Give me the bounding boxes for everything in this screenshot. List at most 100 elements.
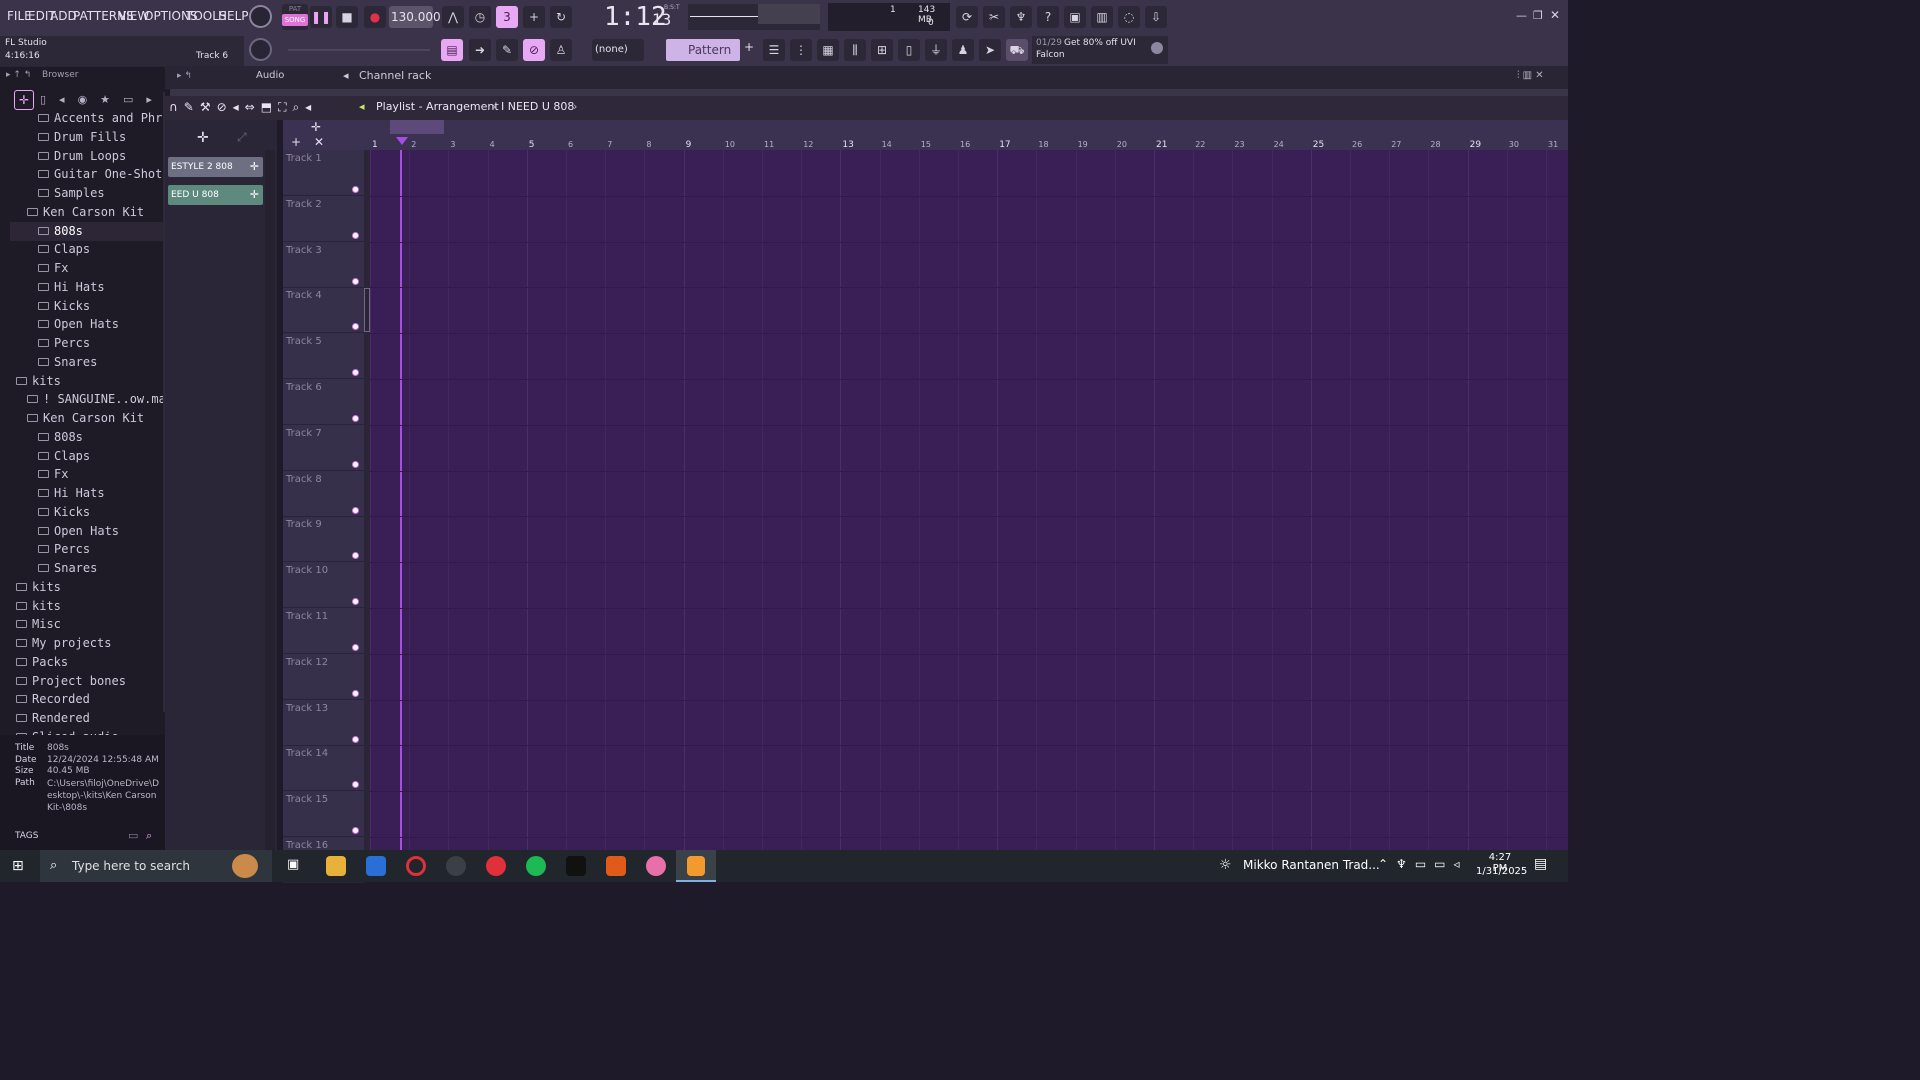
browser-item[interactable]: Kicks — [38, 299, 90, 313]
browser-item[interactable]: Misc — [16, 617, 61, 631]
browser-item[interactable]: Snares — [38, 561, 97, 575]
master-pitch-knob[interactable] — [249, 38, 272, 61]
breadcrumb-pattern[interactable]: I NEED U 808 — [501, 100, 574, 113]
track-row[interactable]: Track 6 — [283, 379, 364, 425]
menu-help[interactable]: HELP — [218, 9, 249, 23]
track-mute-dot[interactable] — [352, 369, 359, 377]
taskbar-search[interactable]: ⌕ Type here to search — [40, 850, 272, 882]
piano-roll-button[interactable]: ☰ — [763, 39, 785, 61]
chat-button[interactable]: ◌ — [1118, 6, 1140, 28]
track-mute-dot[interactable] — [352, 460, 359, 468]
browser-item[interactable]: Open Hats — [38, 317, 119, 331]
browser-item[interactable]: Percs — [38, 542, 90, 556]
snap-button[interactable]: ➜ — [469, 39, 491, 61]
opera-icon[interactable] — [406, 856, 426, 876]
store-button[interactable]: ⛟ — [1006, 39, 1028, 61]
loop-region[interactable] — [390, 120, 444, 134]
master-pitch-slider[interactable] — [288, 49, 430, 51]
store-icon[interactable] — [366, 856, 386, 876]
channel-view-icons[interactable]: ⫶ ▥ ✕ — [1517, 70, 1544, 81]
browser-item[interactable]: Open Hats — [38, 524, 119, 538]
picker-scrollbar[interactable] — [265, 150, 275, 850]
move-icon[interactable]: ✛ — [311, 120, 321, 134]
pat-song-switch[interactable]: PAT SONG — [282, 4, 308, 30]
step-edit-button[interactable]: 3 — [496, 6, 518, 28]
track-mute-dot[interactable] — [352, 827, 359, 835]
loop-record-button[interactable]: ↻ — [550, 6, 572, 28]
close-button[interactable]: ✕ — [1550, 8, 1560, 22]
news-icon[interactable]: ☼ — [1219, 857, 1232, 873]
browser-item[interactable]: Percs — [38, 336, 90, 350]
save-button[interactable]: ▣ — [1064, 6, 1086, 28]
blend-notes-button[interactable]: + — [523, 6, 545, 28]
track-mute-dot[interactable] — [352, 506, 359, 514]
browser-item[interactable]: My projects — [16, 636, 111, 650]
clock-date[interactable]: 1/31/2025 — [1476, 866, 1527, 877]
wait-input-button[interactable]: ◷ — [469, 6, 491, 28]
channel-rack-button[interactable]: ▦ — [817, 39, 839, 61]
track-mute-dot[interactable] — [352, 231, 359, 239]
track-mute-dot[interactable] — [352, 323, 359, 331]
browser-item[interactable]: Recorded — [16, 692, 90, 706]
metronome-button[interactable]: ⋀ — [442, 6, 464, 28]
export-button[interactable]: ➤ — [979, 39, 1001, 61]
playhead-marker-icon[interactable] — [396, 137, 408, 145]
pattern-selector[interactable]: Pattern 1 — [666, 39, 740, 79]
browser-item[interactable]: 808s — [38, 430, 83, 444]
tempo-display[interactable]: 130.000 — [389, 6, 441, 28]
draw-tool-button[interactable]: ✎ — [496, 39, 518, 61]
track-row[interactable]: Track 11 — [283, 608, 364, 654]
youtube-icon[interactable] — [486, 856, 506, 876]
browser-item[interactable]: Drum Fills — [38, 130, 126, 144]
browser-button[interactable]: ▯ — [898, 39, 920, 61]
browser-item[interactable]: Packs — [16, 655, 68, 669]
audio-app-icon[interactable] — [606, 856, 626, 876]
track-row[interactable]: Track 4 — [283, 287, 364, 334]
stamp-button[interactable]: ♙ — [550, 39, 572, 61]
channel-scroll-strip[interactable] — [170, 89, 1568, 96]
help-button[interactable]: ? — [1037, 6, 1059, 28]
track-row[interactable]: Track 12 — [283, 654, 364, 700]
picker-link-icon[interactable]: ⤢ — [237, 130, 247, 145]
track-mute-dot[interactable] — [352, 186, 359, 193]
playlist-grid[interactable] — [370, 150, 1568, 850]
browser-item[interactable]: Snares — [38, 355, 97, 369]
browser-item[interactable]: Fx — [38, 467, 68, 481]
playlist-button[interactable]: ▤ — [441, 39, 463, 61]
browser-nav-icons[interactable]: ▸ ↑ ↰ — [6, 70, 31, 80]
track-mute-dot[interactable] — [352, 781, 359, 789]
folder-icon[interactable]: ▭ — [128, 829, 138, 842]
audio-label[interactable]: Audio — [256, 70, 284, 81]
track-row[interactable]: Track 8 — [283, 471, 364, 517]
track-row[interactable]: Track 2 — [283, 196, 364, 242]
track-row[interactable]: Track 9 — [283, 516, 364, 563]
track-row[interactable]: Track 15 — [283, 791, 364, 838]
breadcrumb-playlist[interactable]: Playlist - Arrangement — [376, 100, 499, 113]
step-seq-button[interactable]: ⋮ — [790, 39, 812, 61]
browser-item[interactable]: 808s — [38, 224, 83, 238]
link-button[interactable]: ⊘ — [523, 39, 545, 61]
stop-button[interactable]: ■ — [336, 6, 358, 28]
undo-history-button[interactable]: ⟳ — [956, 6, 978, 28]
browser-item[interactable]: Kicks — [38, 505, 90, 519]
browser-item[interactable]: Guitar One-Shots — [38, 167, 170, 181]
tempo-tap-button[interactable]: ♟ — [952, 39, 974, 61]
track-mute-dot[interactable] — [352, 598, 359, 606]
cut-tool-button[interactable]: ✂ — [983, 6, 1005, 28]
track-row[interactable]: Track 13 — [283, 700, 364, 746]
track-mute-dot[interactable] — [352, 552, 359, 560]
routing-button[interactable]: ⊞ — [871, 39, 893, 61]
track-mute-dot[interactable] — [352, 689, 359, 697]
calendar-app-icon[interactable] — [566, 856, 586, 876]
track-mute-dot[interactable] — [352, 277, 359, 285]
pattern-none-select[interactable]: (none) — [592, 39, 644, 61]
browser-item[interactable]: Hi Hats — [38, 280, 105, 294]
track-row[interactable]: Track 10 — [283, 562, 364, 609]
osu-icon[interactable] — [646, 856, 666, 876]
record-button[interactable]: ● — [364, 6, 386, 28]
track-row[interactable]: Track 7 — [283, 425, 364, 471]
clip-estyle-2-808[interactable]: ESTYLE 2 808 ✛ — [168, 157, 263, 177]
browser-item[interactable]: Ken Carson Kit — [27, 205, 144, 219]
browser-item[interactable]: kits — [16, 374, 61, 388]
notification-icon[interactable]: ▤ — [1534, 856, 1547, 872]
